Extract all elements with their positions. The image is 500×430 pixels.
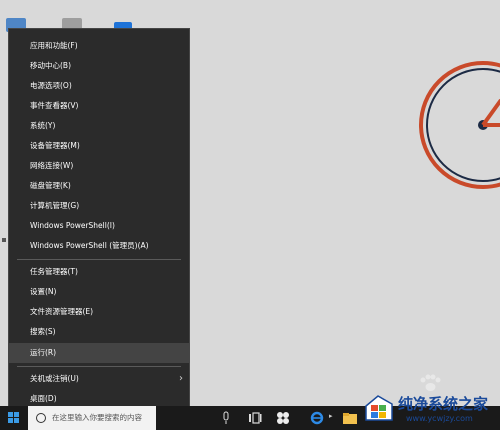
file-explorer-icon[interactable] — [342, 411, 358, 425]
menu-item-settings[interactable]: 设置(N) — [9, 282, 189, 302]
chevron-right-icon: › — [179, 373, 183, 384]
watermark-logo-icon — [365, 395, 393, 421]
search-placeholder: 在这里输入你要搜索的内容 — [52, 413, 142, 422]
internet-explorer-icon[interactable] — [310, 411, 324, 425]
watermark-url: www.ycwjzy.com — [406, 414, 473, 423]
menu-item-mobility-center[interactable]: 移动中心(B) — [9, 56, 189, 76]
arrow-icon: ▸ — [329, 412, 333, 420]
menu-item-power-options[interactable]: 电源选项(O) — [9, 76, 189, 96]
menu-separator — [17, 259, 181, 260]
menu-item-task-manager[interactable]: 任务管理器(T) — [9, 262, 189, 282]
bicycle-wallpaper-icon — [419, 61, 500, 189]
microphone-icon[interactable] — [222, 411, 230, 425]
menu-item-device-manager[interactable]: 设备管理器(M) — [9, 136, 189, 156]
menu-item-computer-management[interactable]: 计算机管理(G) — [9, 196, 189, 216]
menu-item-network-connections[interactable]: 网络连接(W) — [9, 156, 189, 176]
menu-item-powershell-admin[interactable]: Windows PowerShell (管理员)(A) — [9, 236, 189, 256]
pinned-app-icon[interactable] — [276, 411, 290, 425]
menu-item-disk-management[interactable]: 磁盘管理(K) — [9, 176, 189, 196]
menu-item-search[interactable]: 搜索(S) — [9, 322, 189, 342]
paw-print-icon — [420, 374, 441, 391]
menu-item-system[interactable]: 系统(Y) — [9, 116, 189, 136]
menu-item-event-viewer[interactable]: 事件查看器(V) — [9, 96, 189, 116]
menu-item-file-explorer[interactable]: 文件资源管理器(E) — [9, 302, 189, 322]
cortana-circle-icon — [36, 413, 46, 423]
menu-item-run[interactable]: 运行(R) — [9, 343, 189, 363]
windows-start-icon[interactable] — [8, 412, 20, 424]
task-view-icon[interactable] — [248, 411, 262, 425]
menu-item-shutdown-signout[interactable]: 关机或注销(U) › — [9, 369, 189, 389]
taskbar-search-box[interactable]: 在这里输入你要搜索的内容 — [28, 406, 156, 430]
menu-separator — [17, 366, 181, 367]
win-x-context-menu: 应用和功能(F) 移动中心(B) 电源选项(O) 事件查看器(V) 系统(Y) … — [8, 28, 190, 410]
menu-item-apps-features[interactable]: 应用和功能(F) — [9, 36, 189, 56]
desktop-mark — [2, 238, 6, 242]
menu-item-label: 关机或注销(U) — [30, 374, 79, 383]
menu-item-powershell[interactable]: Windows PowerShell(I) — [9, 216, 189, 236]
watermark-name: 纯净系统之家 — [398, 395, 489, 413]
